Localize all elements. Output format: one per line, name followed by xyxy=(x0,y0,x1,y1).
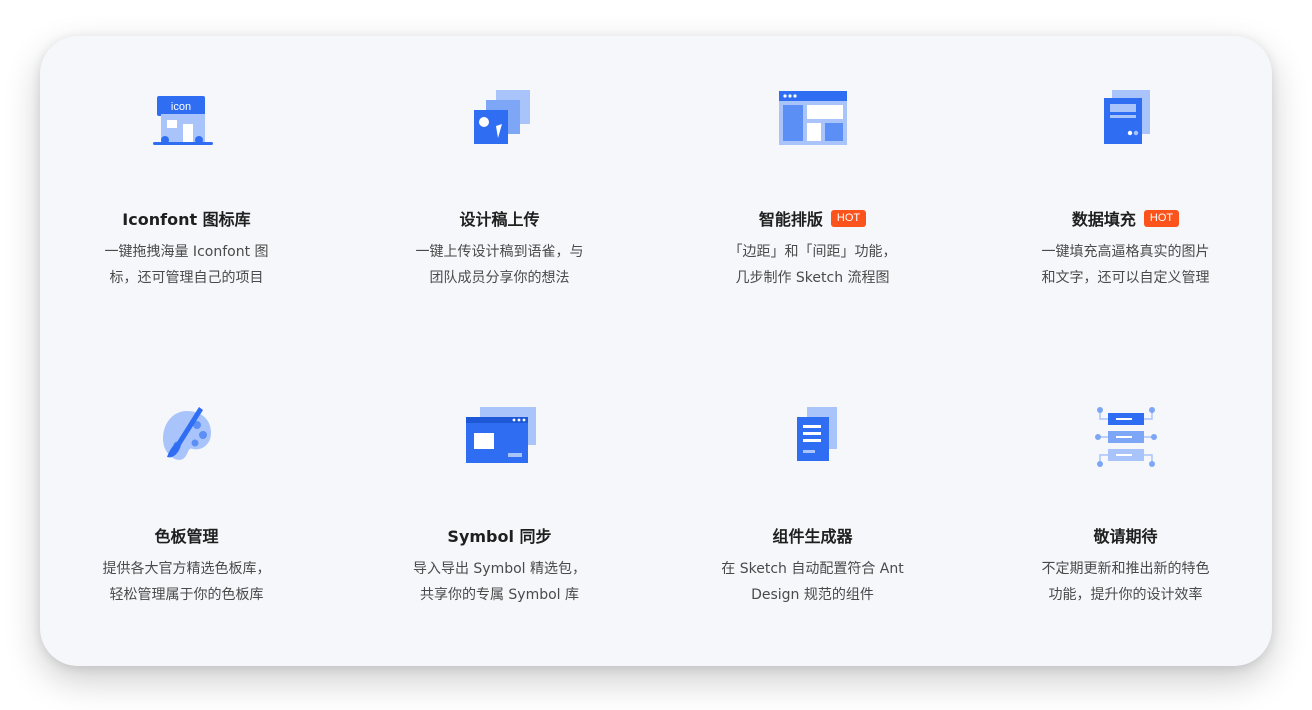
feature-desc-line: 和文字，还可以自定义管理 xyxy=(1041,270,1210,286)
feature-desc-line: 一键上传设计稿到语雀，与 xyxy=(415,244,584,260)
feature-component-generator[interactable]: 组件生成器 在 Sketch 自动配置符合 Ant Design 规范的组件 xyxy=(656,405,969,608)
feature-desc-line: 功能，提升你的设计效率 xyxy=(1048,587,1203,603)
feature-desc-line: 一键填充高逼格真实的图片 xyxy=(1041,244,1210,260)
symbol-window-icon xyxy=(465,407,536,463)
feature-iconfont[interactable]: icon Iconfont 图标库 一键拖拽海量 Iconfont 图 标，还可… xyxy=(30,88,343,291)
feature-title: 设计稿上传 xyxy=(459,210,540,229)
feature-title: Iconfont 图标库 xyxy=(122,210,251,229)
feature-desc-line: 不定期更新和推出新的特色 xyxy=(1041,561,1210,577)
network-servers-icon xyxy=(1094,407,1157,467)
feature-symbol-sync[interactable]: Symbol 同步 导入导出 Symbol 精选包， 共享你的专属 Symbol… xyxy=(343,405,656,608)
hot-badge: HOT xyxy=(830,209,867,227)
feature-desc-line: 共享你的专属 Symbol 库 xyxy=(419,587,580,603)
feature-desc-line: 提供各大官方精选色板库， xyxy=(102,561,271,577)
feature-title: 组件生成器 xyxy=(772,527,853,546)
feature-title: 智能排版 xyxy=(758,210,823,229)
feature-desc-line: 标，还可管理自己的项目 xyxy=(109,270,264,286)
feature-smart-layout[interactable]: 智能排版 HOT 「边距」和「间距」功能， 几步制作 Sketch 流程图 xyxy=(656,88,969,291)
features-card: icon Iconfont 图标库 一键拖拽海量 Iconfont 图 标，还可… xyxy=(40,36,1272,666)
data-fill-icon xyxy=(1103,90,1150,144)
store-icon-label: icon xyxy=(170,101,190,113)
feature-data-fill[interactable]: 数据填充 HOT 一键填充高逼格真实的图片 和文字，还可以自定义管理 xyxy=(969,88,1282,291)
feature-desc-line: 轻松管理属于你的色板库 xyxy=(109,587,264,603)
upload-design-icon xyxy=(473,90,530,144)
feature-desc-line: 一键拖拽海量 Iconfont 图 xyxy=(104,244,269,260)
feature-desc-line: 几步制作 Sketch 流程图 xyxy=(735,270,890,286)
feature-coming-soon[interactable]: 敬请期待 不定期更新和推出新的特色 功能，提升你的设计效率 xyxy=(969,405,1282,608)
feature-desc-line: 团队成员分享你的想法 xyxy=(429,270,570,286)
feature-palette[interactable]: 色板管理 提供各大官方精选色板库， 轻松管理属于你的色板库 xyxy=(30,405,343,608)
document-icon xyxy=(796,407,837,461)
feature-desc-line: 「边距」和「间距」功能， xyxy=(728,244,897,260)
feature-design-upload[interactable]: 设计稿上传 一键上传设计稿到语雀，与 团队成员分享你的想法 xyxy=(343,88,656,291)
feature-title: 数据填充 xyxy=(1071,210,1136,229)
layout-icon xyxy=(778,91,847,145)
feature-title: 敬请期待 xyxy=(1093,527,1158,546)
feature-title: Symbol 同步 xyxy=(447,527,552,546)
store-icon: icon xyxy=(152,96,213,145)
feature-title: 色板管理 xyxy=(154,527,219,546)
hot-badge: HOT xyxy=(1143,209,1180,227)
feature-desc-line: Design 规范的组件 xyxy=(751,587,874,603)
feature-desc-line: 导入导出 Symbol 精选包， xyxy=(412,561,587,577)
palette-icon xyxy=(162,407,211,460)
feature-desc-line: 在 Sketch 自动配置符合 Ant xyxy=(721,561,904,577)
